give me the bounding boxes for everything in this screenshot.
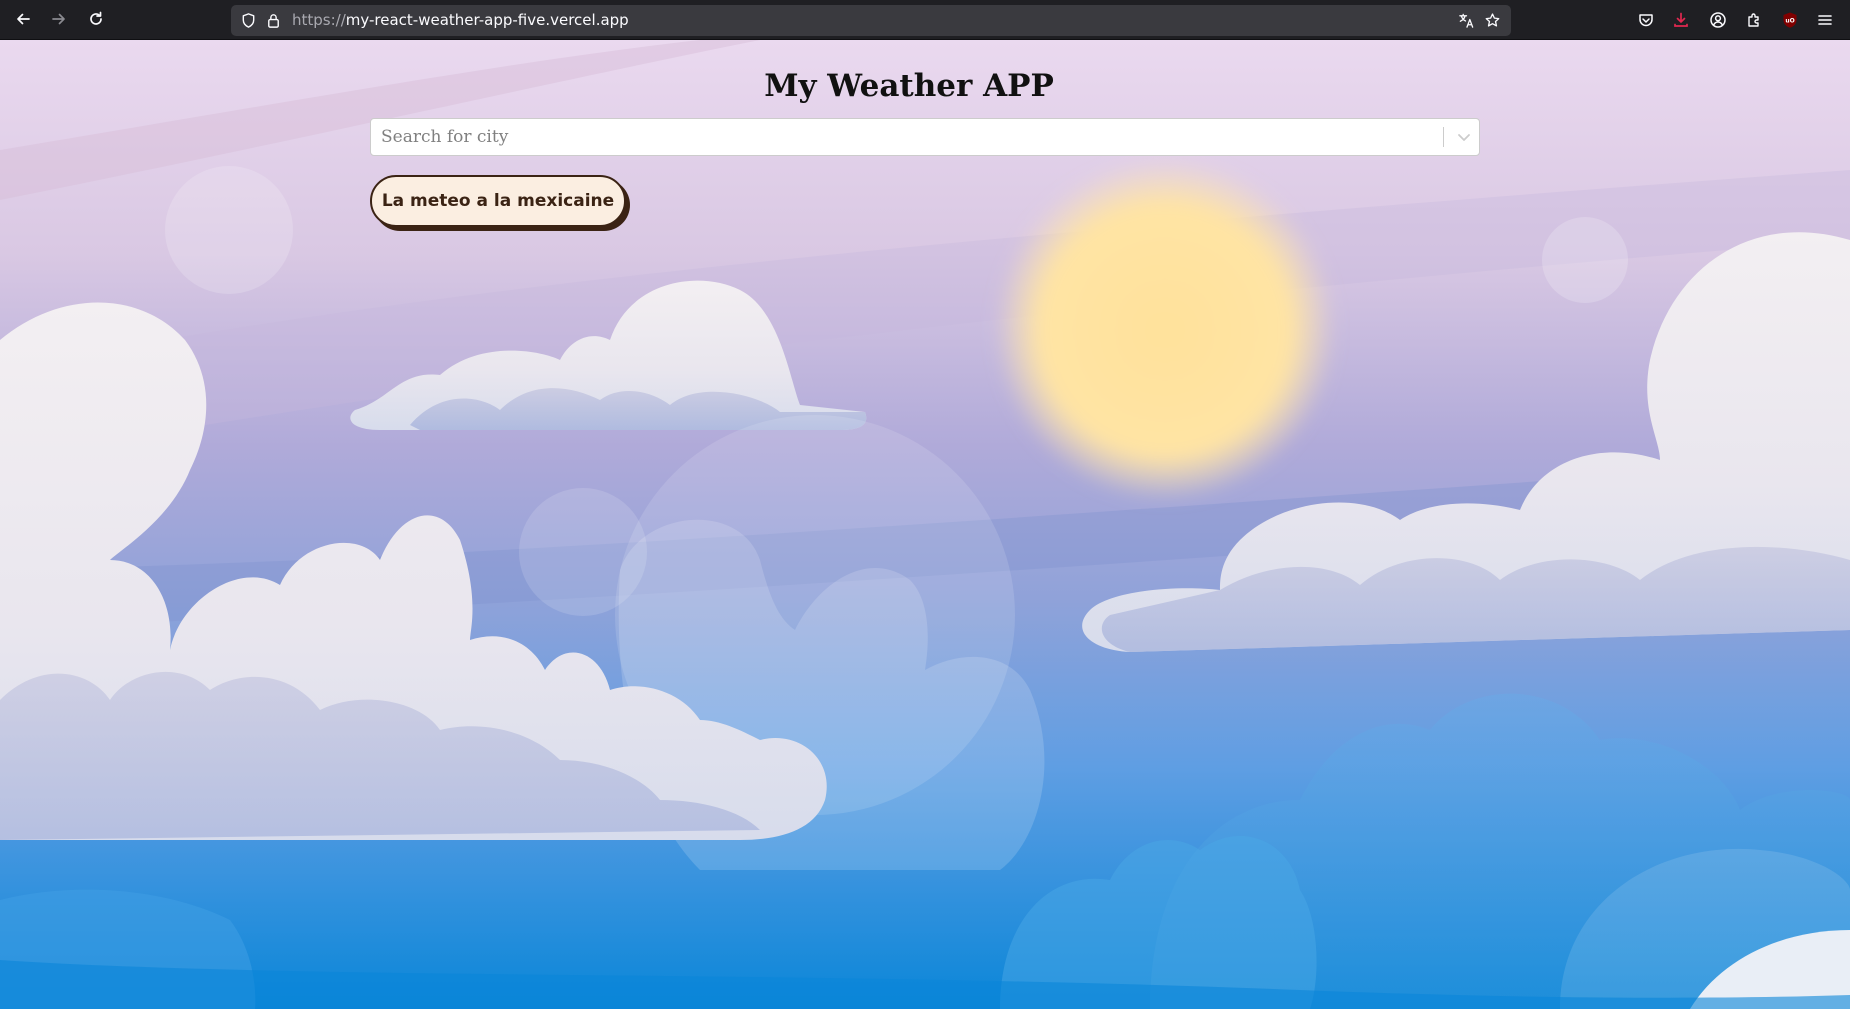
page-viewport: My Weather APP La meteo a la mexicaine [0, 40, 1850, 1009]
star-icon[interactable] [1483, 11, 1502, 30]
reload-button[interactable] [83, 8, 109, 34]
forward-arrow-icon [50, 10, 68, 32]
browser-toolbar: https://my-react-weather-app-five.vercel… [0, 0, 1850, 40]
pocket-icon[interactable] [1635, 9, 1657, 31]
reload-icon [87, 10, 105, 32]
sky-background-illustration [0, 40, 1850, 1009]
url-host: my-react-weather-app-five.vercel.app [345, 11, 629, 29]
back-button[interactable] [10, 8, 36, 34]
page-title: My Weather APP [764, 68, 1054, 104]
translate-icon[interactable] [1457, 11, 1476, 30]
shield-icon[interactable] [239, 11, 258, 30]
chevron-down-icon[interactable] [1449, 119, 1479, 155]
url-scheme: https:// [292, 11, 346, 29]
download-icon[interactable] [1670, 9, 1692, 31]
hamburger-menu-icon[interactable] [1814, 9, 1836, 31]
mexican-weather-button[interactable]: La meteo a la mexicaine [370, 175, 626, 227]
search-input[interactable] [371, 119, 1431, 155]
url-text[interactable]: https://my-react-weather-app-five.vercel… [292, 5, 629, 36]
svg-text:uO: uO [1785, 17, 1794, 24]
account-icon[interactable] [1707, 9, 1729, 31]
city-search-select[interactable] [370, 118, 1480, 156]
extensions-icon[interactable] [1743, 9, 1765, 31]
address-bar[interactable]: https://my-react-weather-app-five.vercel… [231, 5, 1511, 36]
ublock-origin-icon[interactable]: uO [1779, 9, 1801, 31]
lock-icon[interactable] [264, 11, 283, 30]
forward-button[interactable] [46, 8, 72, 34]
indicator-separator [1443, 127, 1444, 147]
back-arrow-icon [14, 10, 32, 32]
